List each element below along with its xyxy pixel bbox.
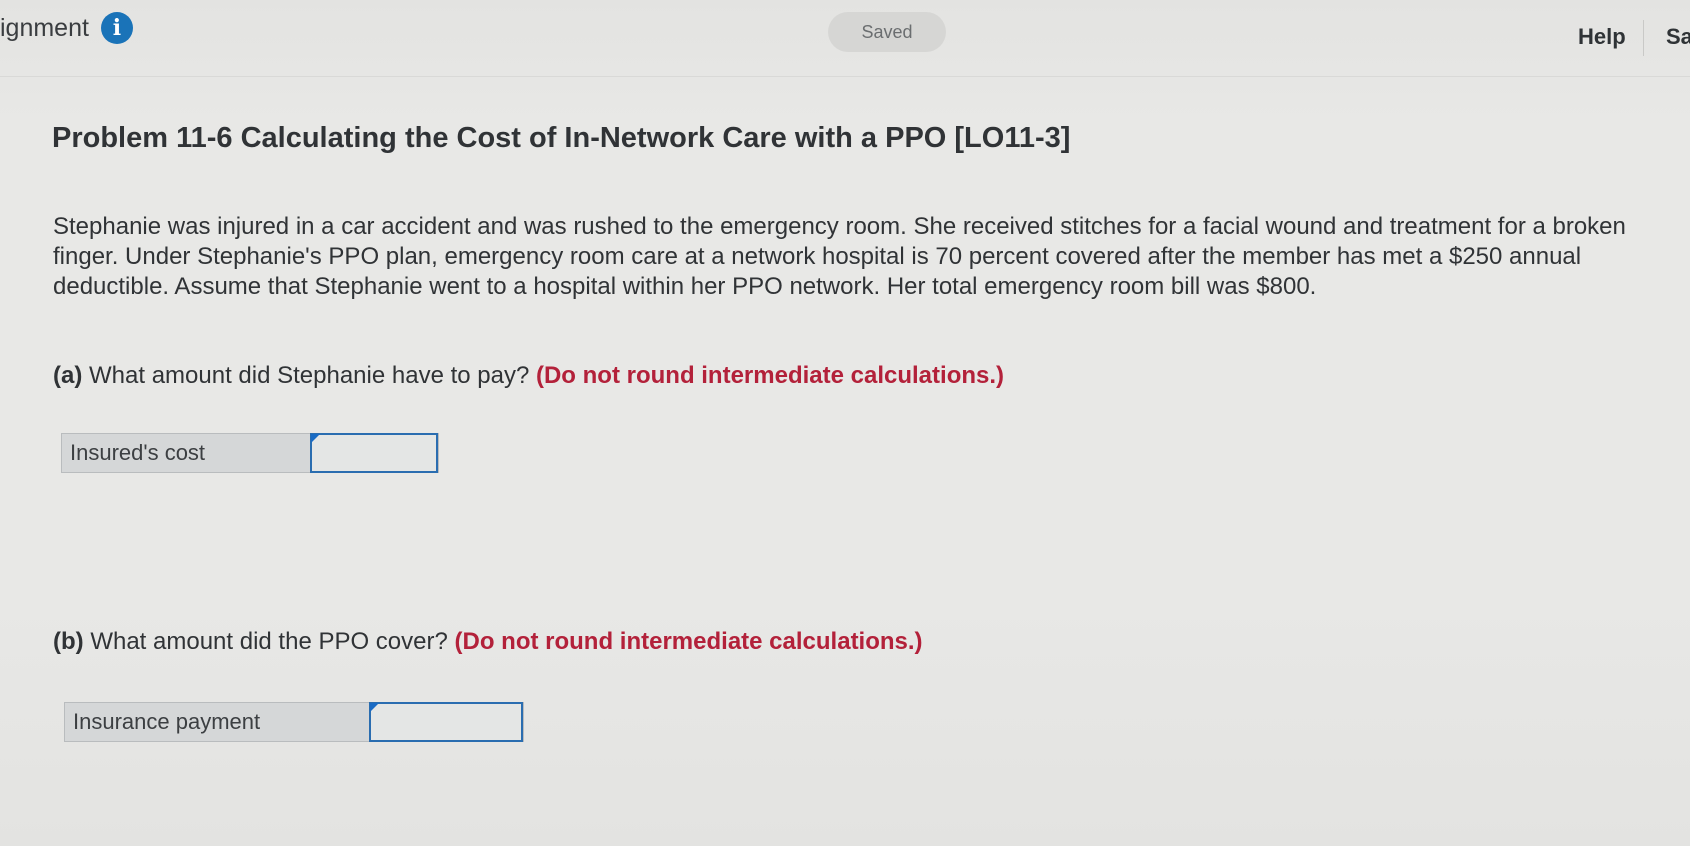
insured-cost-input[interactable]: [310, 433, 438, 473]
saved-status-badge: Saved: [828, 12, 946, 52]
insurance-payment-label: Insurance payment: [65, 703, 369, 741]
question-a-letter: (a): [53, 362, 83, 389]
save-and-exit-button[interactable]: Sa: [1666, 24, 1690, 50]
insurance-payment-input[interactable]: [369, 702, 523, 742]
page: ignment i Saved Help Sa Problem 11-6 Cal…: [0, 0, 1690, 846]
help-button[interactable]: Help: [1578, 24, 1626, 50]
assignment-title: ignment i: [0, 12, 133, 44]
answer-row-b: Insurance payment: [64, 702, 524, 742]
top-bar: ignment i Saved Help Sa: [0, 0, 1690, 77]
input-flag-icon: [370, 703, 379, 712]
question-a-text: What amount did Stephanie have to pay?: [89, 362, 530, 389]
question-a: (a) What amount did Stephanie have to pa…: [53, 362, 1004, 390]
input-flag-icon: [311, 434, 320, 443]
insured-cost-label: Insured's cost: [62, 434, 310, 472]
problem-title: Problem 11-6 Calculating the Cost of In-…: [52, 122, 1071, 154]
info-icon[interactable]: i: [100, 12, 133, 44]
question-b: (b) What amount did the PPO cover? (Do n…: [53, 628, 923, 656]
problem-statement: Stephanie was injured in a car accident …: [53, 213, 1626, 300]
question-b-text: What amount did the PPO cover?: [90, 628, 448, 655]
answer-row-a: Insured's cost: [61, 433, 439, 473]
header-divider: [1643, 20, 1644, 56]
question-a-note: (Do not round intermediate calculations.…: [535, 362, 1005, 389]
assignment-title-text: ignment: [0, 13, 89, 42]
question-b-letter: (b): [53, 628, 84, 655]
question-b-note: (Do not round intermediate calculations.…: [454, 628, 923, 655]
